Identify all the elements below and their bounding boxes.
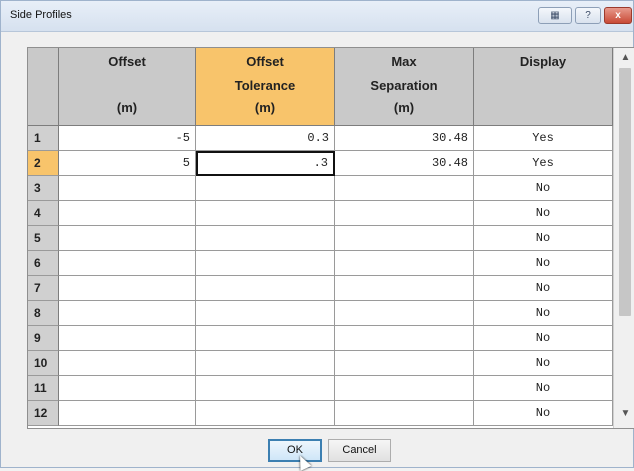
cell-separation[interactable] — [335, 176, 474, 201]
row-header[interactable]: 8 — [28, 301, 59, 326]
cell-display[interactable]: No — [474, 276, 613, 301]
cell-display[interactable]: No — [474, 401, 613, 426]
cell-display[interactable]: Yes — [474, 126, 613, 151]
row-header[interactable]: 3 — [28, 176, 59, 201]
row-header[interactable]: 12 — [28, 401, 59, 426]
corner-header — [28, 48, 59, 126]
scroll-thumb[interactable] — [619, 68, 631, 316]
row-header[interactable]: 6 — [28, 251, 59, 276]
scroll-up-icon[interactable]: ▲ — [614, 52, 634, 63]
column-header-line1: Display — [519, 54, 567, 69]
window-title: Side Profiles — [10, 9, 72, 21]
cell-offset[interactable] — [59, 226, 196, 251]
column-header-display[interactable]: Display — [474, 48, 613, 126]
cell-display[interactable]: No — [474, 351, 613, 376]
cell-tolerance[interactable] — [196, 301, 335, 326]
cell-separation[interactable] — [335, 326, 474, 351]
row-header[interactable]: 4 — [28, 201, 59, 226]
cell-separation[interactable] — [335, 276, 474, 301]
cell-tolerance[interactable] — [196, 226, 335, 251]
row-header[interactable]: 10 — [28, 351, 59, 376]
cell-offset[interactable] — [59, 351, 196, 376]
column-header-unit: (m) — [116, 100, 138, 115]
cell-offset[interactable] — [59, 376, 196, 401]
cancel-button[interactable]: Cancel — [328, 439, 391, 462]
cell-offset[interactable] — [59, 201, 196, 226]
cell-display[interactable]: No — [474, 301, 613, 326]
cell-separation[interactable] — [335, 251, 474, 276]
system-menu-icon[interactable]: ▦ — [538, 7, 572, 24]
cell-offset[interactable] — [59, 301, 196, 326]
cell-tolerance[interactable] — [196, 251, 335, 276]
cell-offset[interactable] — [59, 276, 196, 301]
cell-display[interactable]: No — [474, 376, 613, 401]
cell-offset[interactable] — [59, 401, 196, 426]
cell-display[interactable]: No — [474, 201, 613, 226]
cell-offset[interactable]: 5 — [59, 151, 196, 176]
cell-offset[interactable]: -5 — [59, 126, 196, 151]
close-button[interactable]: x — [604, 7, 632, 24]
cell-display[interactable]: No — [474, 326, 613, 351]
cell-separation[interactable] — [335, 301, 474, 326]
cell-display[interactable]: No — [474, 226, 613, 251]
title-bar: Side Profiles ▦ ? x — [1, 1, 633, 32]
scroll-down-icon[interactable]: ▼ — [614, 408, 634, 419]
row-header[interactable]: 9 — [28, 326, 59, 351]
column-header-line1: Offset — [246, 54, 284, 69]
cell-separation[interactable] — [335, 226, 474, 251]
side-profiles-dialog: Side Profiles ▦ ? x Offset (m) Offset Toler… — [0, 0, 634, 471]
cell-tolerance[interactable]: .3 — [196, 151, 335, 176]
cell-display[interactable]: Yes — [474, 151, 613, 176]
cell-tolerance[interactable] — [196, 201, 335, 226]
side-profiles-grid: Offset (m) Offset Tolerance (m) Max Separation… — [27, 47, 634, 429]
column-header-line2: Separation — [370, 78, 438, 93]
row-header[interactable]: 1 — [28, 126, 59, 151]
cell-separation[interactable] — [335, 351, 474, 376]
cell-tolerance[interactable] — [196, 276, 335, 301]
column-header-separation[interactable]: Max Separation (m) — [335, 48, 474, 126]
column-header-unit: (m) — [254, 100, 276, 115]
cell-separation[interactable] — [335, 376, 474, 401]
cell-separation[interactable]: 30.48 — [335, 126, 474, 151]
cell-separation[interactable]: 30.48 — [335, 151, 474, 176]
cell-tolerance[interactable] — [196, 401, 335, 426]
cell-tolerance[interactable] — [196, 176, 335, 201]
cell-tolerance[interactable]: 0.3 — [196, 126, 335, 151]
cell-display[interactable]: No — [474, 251, 613, 276]
cell-offset[interactable] — [59, 251, 196, 276]
row-header[interactable]: 2 — [28, 151, 59, 176]
cell-offset[interactable] — [59, 176, 196, 201]
column-header-offset[interactable]: Offset (m) — [59, 48, 196, 126]
cell-separation[interactable] — [335, 401, 474, 426]
cell-offset[interactable] — [59, 326, 196, 351]
column-header-line2: Tolerance — [234, 78, 296, 93]
help-button[interactable]: ? — [575, 7, 601, 24]
cell-separation[interactable] — [335, 201, 474, 226]
column-header-line1: Offset — [108, 54, 146, 69]
cell-tolerance[interactable] — [196, 326, 335, 351]
cell-display[interactable]: No — [474, 176, 613, 201]
row-header[interactable]: 7 — [28, 276, 59, 301]
cell-tolerance[interactable] — [196, 376, 335, 401]
column-header-unit: (m) — [393, 100, 415, 115]
vertical-scrollbar[interactable]: ▲ ▼ — [613, 48, 634, 428]
row-header[interactable]: 11 — [28, 376, 59, 401]
column-header-line1: Max — [391, 54, 417, 69]
row-header[interactable]: 5 — [28, 226, 59, 251]
cell-tolerance[interactable] — [196, 351, 335, 376]
column-header-tolerance[interactable]: Offset Tolerance (m) — [196, 48, 335, 126]
